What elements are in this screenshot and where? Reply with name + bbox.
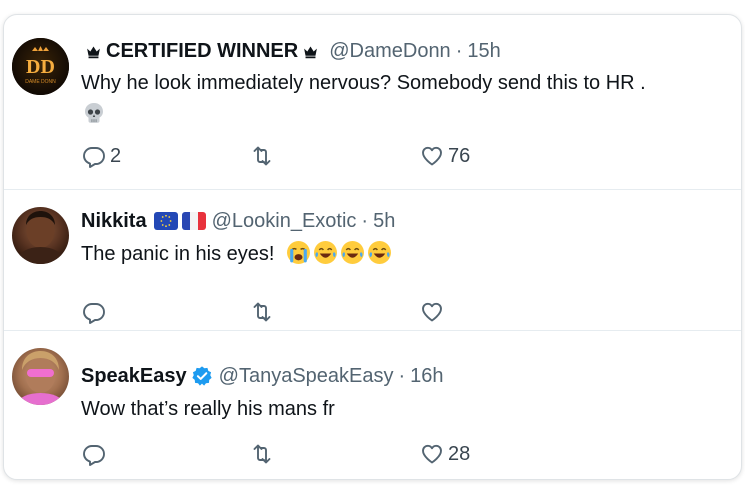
skull-emoji [82, 101, 106, 125]
avatar[interactable] [12, 207, 69, 264]
user-handle[interactable]: @DameDonn [329, 40, 450, 63]
tweet-item[interactable]: SpeakEasy @TanyaSpeakEasy · 16h Wow that… [4, 330, 741, 479]
timestamp[interactable]: 15h [467, 40, 500, 63]
tweet-header: SpeakEasy @TanyaSpeakEasy · 16h [81, 362, 444, 390]
tweet-text: Wow that’s really his mans fr [81, 398, 335, 420]
avatar[interactable] [12, 348, 69, 405]
like-icon [420, 144, 444, 168]
svg-text:DD: DD [26, 56, 55, 78]
separator-dot: · [361, 209, 369, 232]
like-count: 28 [448, 442, 471, 465]
tweet-actions: 2 76 [82, 143, 502, 169]
display-name[interactable]: SpeakEasy [81, 365, 187, 388]
avatar-photo [18, 211, 63, 264]
like-button[interactable]: 28 [420, 441, 470, 467]
reply-button[interactable]: 2 [82, 143, 121, 169]
france-flag-icon [181, 212, 206, 230]
like-icon [420, 300, 444, 324]
timestamp[interactable]: 16h [410, 365, 443, 388]
loudly-crying-emoji [286, 240, 311, 265]
avatar-photo [18, 351, 63, 405]
svg-text:DAME DONN: DAME DONN [25, 79, 56, 85]
tweet-header: CERTIFIED WINNER @DameDonn · 15h [81, 37, 501, 65]
tweet-text: The panic in his eyes! [81, 243, 275, 265]
retweet-icon [250, 300, 274, 324]
like-count: 76 [448, 144, 471, 167]
avatar[interactable]: DD DAME DONN [12, 38, 69, 95]
reply-icon [82, 300, 106, 324]
like-button[interactable] [420, 299, 448, 325]
tweet-actions [82, 299, 502, 325]
like-button[interactable]: 76 [420, 143, 470, 169]
retweet-button[interactable] [250, 143, 274, 169]
reply-icon [82, 442, 106, 466]
display-name[interactable]: CERTIFIED WINNER [106, 40, 298, 63]
reply-button[interactable] [82, 299, 110, 325]
dame-donn-logo: DD DAME DONN [12, 38, 69, 95]
tweet-actions: 28 [82, 441, 502, 467]
reply-icon [82, 144, 106, 168]
tweet-text: Why he look immediately nervous? Somebod… [81, 72, 646, 94]
tears-of-joy-emoji [340, 240, 365, 265]
crown-icon [85, 43, 102, 60]
user-handle[interactable]: @TanyaSpeakEasy [219, 365, 394, 388]
user-handle[interactable]: @Lookin_Exotic [212, 210, 357, 233]
retweet-icon [250, 442, 274, 466]
like-icon [420, 442, 444, 466]
tweet-header: Nikkita @Lookin_Exotic · 5h [81, 207, 395, 235]
tweet-item[interactable]: DD DAME DONN CERTIFIED WINNER @DameDonn … [4, 15, 741, 190]
verified-badge-icon [191, 365, 213, 387]
tears-of-joy-emoji [313, 240, 338, 265]
retweet-button[interactable] [250, 441, 274, 467]
eu-flag-icon [153, 212, 178, 230]
crown-icon [302, 43, 319, 60]
separator-dot: · [398, 364, 406, 387]
tweet-text-line: The panic in his eyes! [81, 240, 392, 268]
retweet-button[interactable] [250, 299, 274, 325]
reply-button[interactable] [82, 441, 110, 467]
separator-dot: · [455, 39, 463, 62]
tears-of-joy-emoji [367, 240, 392, 265]
timestamp[interactable]: 5h [373, 210, 395, 233]
reply-count: 2 [110, 144, 122, 167]
display-name[interactable]: Nikkita [81, 210, 147, 233]
retweet-icon [250, 144, 274, 168]
replies-card: DD DAME DONN CERTIFIED WINNER @DameDonn … [3, 14, 742, 480]
tweet-item[interactable]: Nikkita @Lookin_Exotic · 5h The panic in… [4, 189, 741, 331]
